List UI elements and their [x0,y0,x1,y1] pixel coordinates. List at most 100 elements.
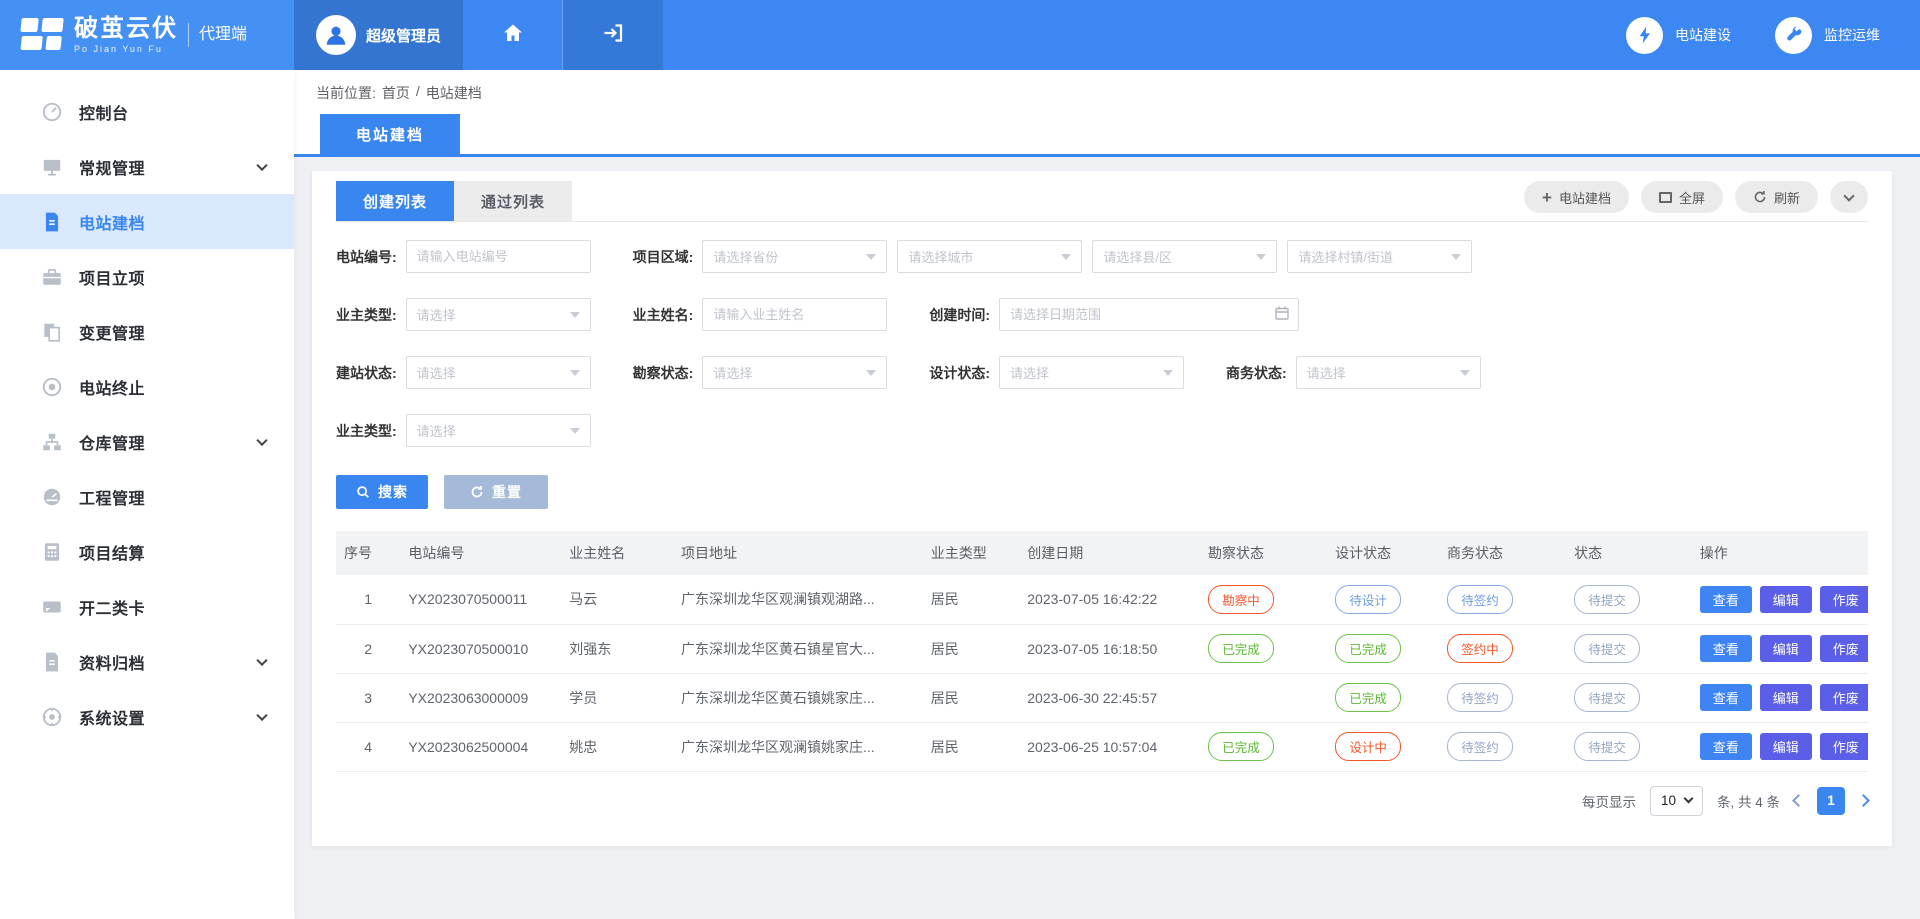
nav-monitoring-ops[interactable]: 监控运维 [1775,0,1880,70]
gauge-icon [40,485,63,508]
cell-status: 待提交 [1566,673,1692,722]
nav-station-construction[interactable]: 电站建设 [1626,0,1731,70]
nav-label: 电站建设 [1675,25,1731,45]
page-number-1[interactable]: 1 [1817,787,1845,815]
list-tabs: 创建列表 通过列表 [336,181,572,221]
cell-survey [1200,673,1327,722]
prev-page-button[interactable] [1792,794,1805,807]
sidebar-item-engineering-management[interactable]: 工程管理 [0,469,294,524]
page-tab-station-filing[interactable]: 电站建档 [320,114,460,154]
sidebar: 控制台 常规管理 电站建档 项目立项 变更管理 电站终止 仓库管理 工程管理 项… [0,70,294,919]
sidebar-item-change-management[interactable]: 变更管理 [0,304,294,359]
void-button[interactable]: 作废 [1820,733,1868,760]
per-page-select[interactable]: 10 [1650,786,1703,816]
tab-create-list[interactable]: 创建列表 [336,181,454,221]
sidebar-item-console[interactable]: 控制台 [0,84,294,139]
logout-button[interactable] [563,0,663,70]
cell-code: YX2023063000009 [400,673,561,722]
void-button[interactable]: 作废 [1820,586,1868,613]
design-status-select[interactable]: 请选择 [999,356,1184,389]
caret-down-icon [570,312,580,318]
business-status-select[interactable]: 请选择 [1296,356,1481,389]
owner-type-select[interactable]: 请选择 [406,298,591,331]
reset-icon [470,485,484,499]
create-station-button[interactable]: + 电站建档 [1524,181,1629,213]
reset-button[interactable]: 重置 [444,475,548,509]
caret-down-icon [1163,370,1173,376]
edit-button[interactable]: 编辑 [1760,635,1812,662]
cell-code: YX2023062500004 [400,722,561,771]
col-address: 项目地址 [673,531,923,575]
cell-index: 3 [336,673,400,722]
city-select[interactable]: 请选择城市 [897,240,1082,273]
home-button[interactable] [463,0,563,70]
filter-design-status: 设计状态: 请选择 [929,356,1184,389]
cell-design: 已完成 [1327,673,1439,722]
owner-type-2-select[interactable]: 请选择 [406,414,591,447]
view-button[interactable]: 查看 [1700,586,1752,613]
refresh-button[interactable]: 刷新 [1735,181,1818,213]
chevron-down-icon [1843,190,1854,201]
chevron-down-icon [256,654,267,665]
caret-down-icon [1256,254,1266,260]
filter-owner-type-2: 业主类型: 请选择 [336,414,591,447]
sidebar-item-general-management[interactable]: 常规管理 [0,139,294,194]
search-icon [356,485,370,499]
breadcrumb-home[interactable]: 首页 [382,83,410,103]
sidebar-item-type2-card[interactable]: 开二类卡 [0,579,294,634]
user-menu[interactable]: 超级管理员 [294,0,463,70]
sidebar-item-warehouse-management[interactable]: 仓库管理 [0,414,294,469]
fullscreen-icon [1659,192,1672,203]
logo-title: 破茧云伏 [74,16,178,41]
per-page-label: 每页显示 [1582,791,1636,811]
sidebar-item-data-archive[interactable]: 资料归档 [0,634,294,689]
date-range-input[interactable] [999,298,1299,331]
filter-owner-type: 业主类型: 请选择 [336,298,591,331]
search-button[interactable]: 搜索 [336,475,428,509]
cell-business: 签约中 [1439,624,1566,673]
cell-status: 待提交 [1566,624,1692,673]
sidebar-item-project-settlement[interactable]: 项目结算 [0,524,294,579]
province-select[interactable]: 请选择省份 [702,240,887,273]
breadcrumb-separator: / [416,83,420,103]
sidebar-item-station-filing[interactable]: 电站建档 [0,194,294,249]
tab-passed-list[interactable]: 通过列表 [454,181,572,221]
logout-icon [601,21,625,50]
logo-text: 破茧云伏 Po Jian Yun Fu [74,16,178,53]
edit-button[interactable]: 编辑 [1760,586,1812,613]
cell-created: 2023-06-30 22:45:57 [1019,673,1200,722]
void-button[interactable]: 作废 [1820,635,1868,662]
station-code-input[interactable] [406,240,591,273]
survey-status-select[interactable]: 请选择 [702,356,887,389]
edit-button[interactable]: 编辑 [1760,733,1812,760]
sidebar-item-system-settings[interactable]: 系统设置 [0,689,294,744]
fullscreen-button[interactable]: 全屏 [1641,181,1723,213]
view-button[interactable]: 查看 [1700,635,1752,662]
collapse-toolbar-button[interactable] [1830,181,1868,213]
col-code: 电站编号 [400,531,561,575]
status-badge: 已完成 [1208,634,1274,663]
cell-survey: 已完成 [1200,722,1327,771]
caret-down-icon [1061,254,1071,260]
next-page-button[interactable] [1857,794,1870,807]
edit-button[interactable]: 编辑 [1760,684,1812,711]
county-select[interactable]: 请选择县/区 [1092,240,1277,273]
lightning-icon [1626,17,1663,54]
void-button[interactable]: 作废 [1820,684,1868,711]
owner-name-input[interactable] [702,298,887,331]
breadcrumb-current[interactable]: 电站建档 [426,83,482,103]
build-status-select[interactable]: 请选择 [406,356,591,389]
status-badge: 签约中 [1447,634,1513,663]
cell-owner: 学员 [561,673,673,722]
view-button[interactable]: 查看 [1700,684,1752,711]
sidebar-item-project-initiation[interactable]: 项目立项 [0,249,294,304]
status-badge: 待签约 [1447,585,1513,614]
card-head: 创建列表 通过列表 + 电站建档 全屏 刷新 [336,181,1868,222]
caret-down-icon [866,254,876,260]
cell-index: 4 [336,722,400,771]
town-select[interactable]: 请选择村镇/街道 [1287,240,1472,273]
filter-build-status: 建站状态: 请选择 [336,356,591,389]
sidebar-item-station-termination[interactable]: 电站终止 [0,359,294,414]
portal-label: 代理端 [188,23,247,47]
view-button[interactable]: 查看 [1700,733,1752,760]
